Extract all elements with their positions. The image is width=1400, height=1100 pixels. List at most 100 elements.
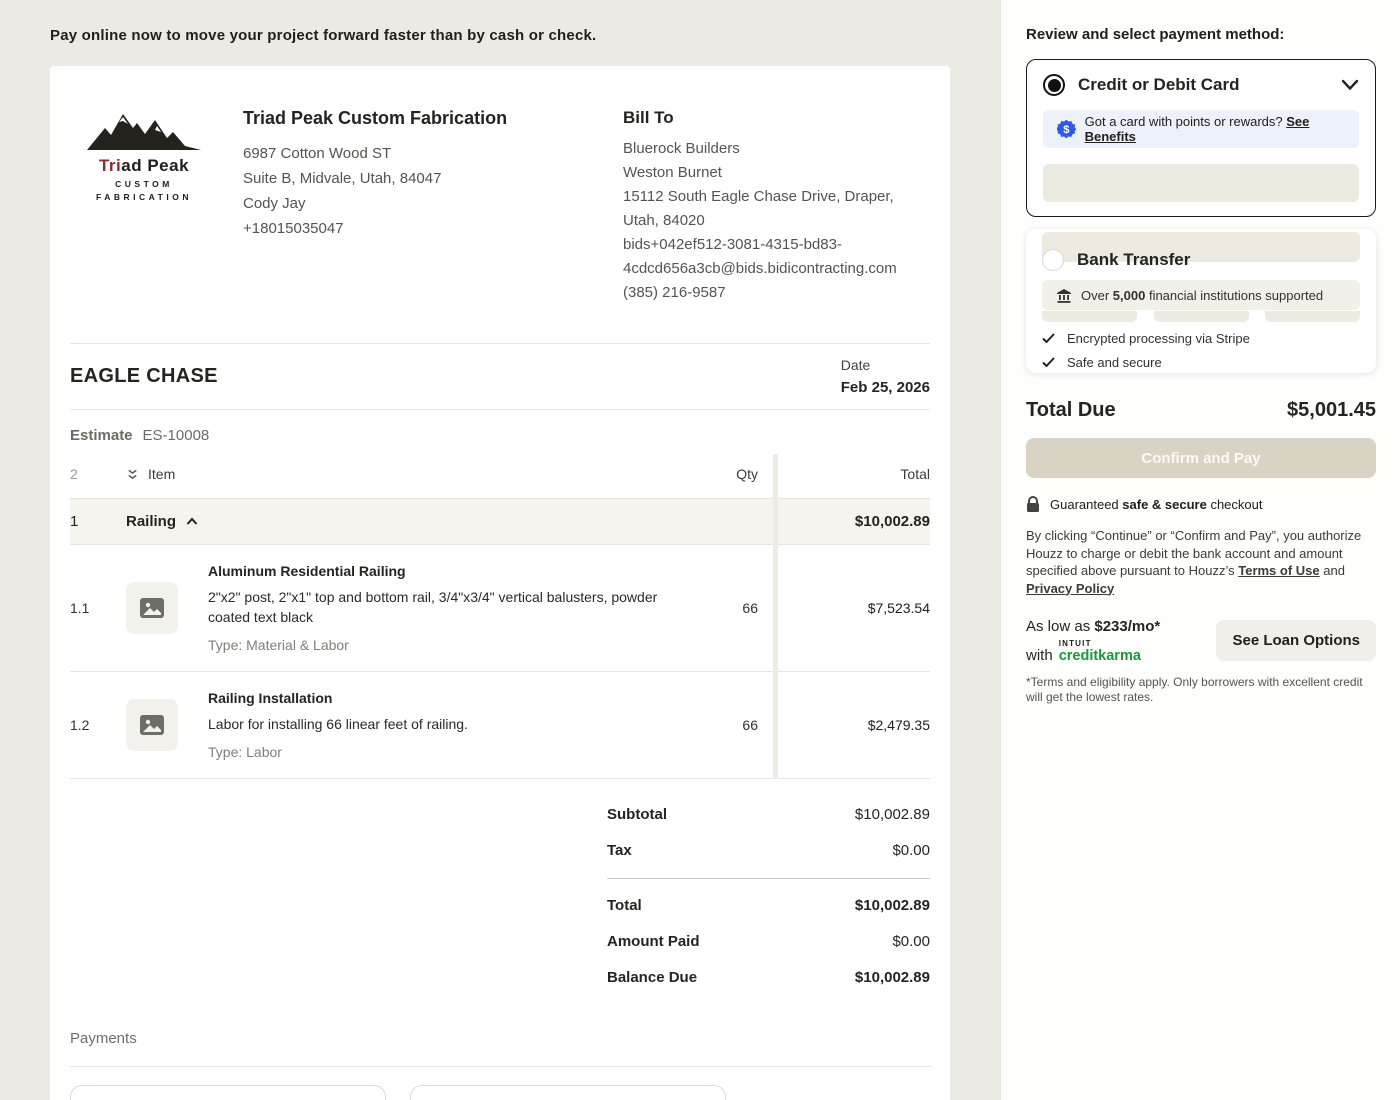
rewards-banner: $ Got a card with points or rewards? See… (1043, 110, 1359, 148)
legal-and: and (1320, 563, 1345, 578)
date-block: Date Feb 25, 2026 (841, 357, 930, 396)
item-total: $2,479.35 (758, 717, 930, 733)
bill-to-name: Bluerock Builders (623, 137, 930, 161)
secure-text: Guaranteed (1050, 497, 1122, 512)
tax-value: $0.00 (892, 840, 930, 862)
group-row-railing[interactable]: 1 Railing $10,002.89 (70, 499, 930, 545)
item-thumbnail[interactable] (126, 582, 178, 634)
terms-of-use-link[interactable]: Terms of Use (1238, 563, 1319, 578)
bill-to-title: Bill To (623, 108, 930, 128)
total-due-label: Total Due (1026, 399, 1116, 422)
logo-subtitle-2: FABRICATION (85, 192, 203, 202)
privacy-policy-link[interactable]: Privacy Policy (1026, 581, 1114, 596)
radio-credit-card[interactable] (1043, 74, 1065, 96)
bank-banner-count: 5,000 (1113, 288, 1146, 303)
check-icon (1042, 333, 1055, 344)
dollar-badge-icon: $ (1057, 119, 1076, 139)
bill-to-email: bids+042ef512-3081-4315-bd83-4cdcd656a3c… (623, 233, 930, 281)
header-item: Item (148, 466, 175, 482)
payment-option-card[interactable]: Credit or Debit Card $ Got a card with p… (1026, 59, 1376, 217)
item-text: Railing Installation Labor for installin… (208, 690, 698, 760)
loan-offer-text: As low as $233/mo* with INTUIT creditkar… (1026, 618, 1160, 664)
check-icon (1042, 357, 1055, 368)
invoice-card: Triad Peak CUSTOM FABRICATION Triad Peak… (50, 66, 950, 1100)
see-loan-options-button[interactable]: See Loan Options (1216, 620, 1376, 661)
estimate-number: ES-10008 (143, 427, 210, 444)
chevron-down-icon[interactable] (1341, 79, 1359, 91)
item-qty: 66 (698, 600, 758, 616)
company-contact: Cody Jay (243, 191, 623, 216)
confirm-and-pay-button[interactable]: Confirm and Pay (1026, 438, 1376, 478)
payment-card-deposit: $5,001.45 Upcoming Deposit (70, 1085, 386, 1100)
loan-terms-note: *Terms and eligibility apply. Only borro… (1026, 675, 1376, 705)
header-qty: Qty (698, 466, 758, 482)
item-count: 2 (70, 466, 126, 482)
secure-bold: safe & secure (1122, 497, 1207, 512)
invoice-header: Triad Peak CUSTOM FABRICATION Triad Peak… (70, 66, 930, 343)
total-value: $10,002.89 (855, 895, 930, 917)
creditkarma-wordmark: creditkarma (1059, 649, 1141, 664)
secure-suffix: checkout (1207, 497, 1263, 512)
expand-all-icon[interactable] (126, 468, 139, 481)
loan-offer-row: As low as $233/mo* with INTUIT creditkar… (1026, 618, 1376, 664)
item-title: Railing Installation (208, 690, 698, 706)
company-info: Triad Peak Custom Fabrication 6987 Cotto… (243, 108, 623, 305)
bank-transfer-card[interactable]: Bank Transfer Over 5,000 financial insti… (1026, 229, 1376, 373)
estimate-table: 2 Item Qty Total 1 Railing (70, 454, 930, 779)
loan-prefix: As low as (1026, 618, 1094, 635)
date-value: Feb 25, 2026 (841, 379, 930, 396)
project-row: EAGLE CHASE Date Feb 25, 2026 (70, 343, 930, 410)
lock-icon (1026, 496, 1040, 513)
chevron-up-icon[interactable] (186, 517, 198, 526)
item-thumbnail[interactable] (126, 699, 178, 751)
balance-due-label: Balance Due (607, 967, 697, 989)
group-name: Railing (126, 513, 176, 530)
bill-to-contact: Weston Burnet (623, 161, 930, 185)
bank-icon (1056, 288, 1072, 303)
estimate-line: EstimateES-10008 (70, 410, 930, 454)
item-type: Type: Labor (208, 744, 698, 760)
group-num: 1 (70, 513, 126, 530)
feature-text: Safe and secure (1067, 355, 1162, 370)
page-headline: Pay online now to move your project forw… (50, 27, 1000, 44)
company-name: Triad Peak Custom Fabrication (243, 108, 623, 129)
feature-row: Safe and secure (1042, 355, 1360, 370)
totals-block: Subtotal $10,002.89 Tax $0.00 Total $10,… (607, 797, 930, 996)
row-num: 1.2 (70, 717, 126, 733)
bank-banner: Over 5,000 financial institutions suppor… (1042, 280, 1360, 310)
bank-banner-text: Over (1081, 288, 1113, 303)
loan-with: with (1026, 647, 1053, 664)
bill-to-phone: (385) 216-9587 (623, 281, 930, 305)
payment-schedule: $5,001.45 Upcoming Deposit $5,001.44 (70, 1085, 930, 1100)
payments-heading: Payments (70, 1030, 930, 1047)
table-row: 1.2 Railing Installation Labor for insta… (70, 672, 930, 779)
secure-checkout-row: Guaranteed safe & secure checkout (1026, 496, 1376, 513)
item-text: Aluminum Residential Railing 2"x2" post,… (208, 563, 698, 653)
company-address-1: 6987 Cotton Wood ST (243, 141, 623, 166)
company-phone: +18015035047 (243, 216, 623, 241)
column-divider (773, 454, 778, 779)
item-total: $7,523.54 (758, 600, 930, 616)
feature-row: Encrypted processing via Stripe (1042, 331, 1360, 346)
logo-title: Triad Peak (85, 156, 203, 176)
total-due-value: $5,001.45 (1287, 399, 1376, 422)
bill-to-block: Bill To Bluerock Builders Weston Burnet … (623, 108, 930, 305)
table-row: 1.1 Aluminum Residential Railing 2"x2" p… (70, 545, 930, 672)
project-name: EAGLE CHASE (70, 365, 218, 388)
amount-paid-label: Amount Paid (607, 931, 700, 953)
date-label: Date (841, 357, 930, 373)
card-input-skeleton (1043, 164, 1359, 202)
item-type: Type: Material & Labor (208, 637, 698, 653)
subtotal-value: $10,002.89 (855, 804, 930, 826)
skeleton-row (1042, 311, 1360, 322)
payment-card-completion: $5,001.44 Upcoming Upon completion (410, 1085, 726, 1100)
image-placeholder-icon (139, 596, 165, 620)
payments-divider (70, 1066, 931, 1067)
authorization-text: By clicking “Continue” or “Confirm and P… (1026, 527, 1376, 597)
radio-bank-transfer[interactable] (1042, 249, 1064, 271)
svg-text:$: $ (1063, 124, 1070, 136)
table-header-row: 2 Item Qty Total (70, 454, 930, 499)
creditkarma-logo: INTUIT creditkarma (1059, 640, 1141, 664)
amount-paid-value: $0.00 (892, 931, 930, 953)
payment-sidebar: Review and select payment method: Credit… (1000, 0, 1400, 1100)
